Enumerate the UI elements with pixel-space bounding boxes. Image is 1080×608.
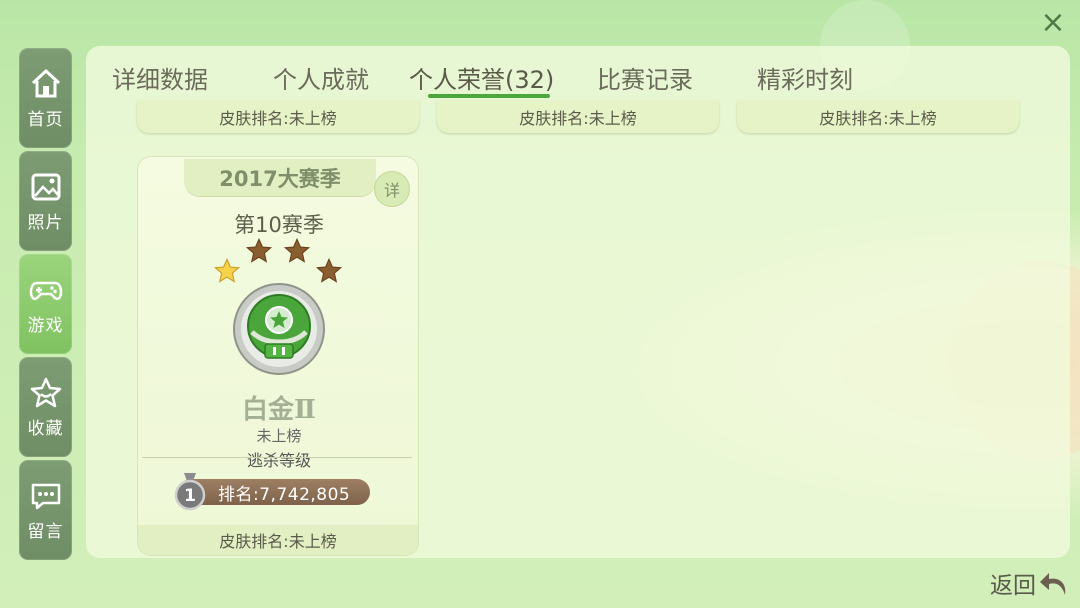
season-banner: 2017大赛季 [184,159,376,197]
back-button[interactable]: 返回 [990,566,1070,600]
sidebar: 首页 照片 游戏 收藏 留言 [19,48,72,563]
rank-medal-number: 1 [184,486,196,506]
sidebar-item-home[interactable]: 首页 [19,48,72,148]
tab-match-records[interactable]: 比赛记录 [597,60,693,95]
platinum-rank-badge-icon [233,283,325,375]
back-arrow-icon [1040,573,1066,595]
back-label: 返回 [990,573,1036,599]
skin-rank-strip: 皮肤排名:未上榜 [437,101,719,133]
main-panel: 详细数据 个人成就 个人荣誉(32) 比赛记录 精彩时刻 皮肤排名:未上榜 皮肤… [86,46,1070,558]
rank-status: 未上榜 [256,427,302,445]
sidebar-item-label: 照片 [27,212,64,233]
home-icon [31,69,60,97]
rank-name: 白金Ⅱ [242,395,316,425]
sidebar-item-game[interactable]: 游戏 [19,254,72,354]
gamepad-icon [29,281,62,300]
divider [142,457,412,458]
sidebar-item-message[interactable]: 留言 [19,460,72,560]
detail-button[interactable]: 详 [374,171,410,207]
photo-icon [31,173,60,200]
rank-medal-icon: 1 [174,473,206,511]
tab-achievements[interactable]: 个人成就 [273,60,369,95]
tab-honors[interactable]: 个人荣誉(32) [409,60,554,95]
tab-highlights[interactable]: 精彩时刻 [757,60,853,95]
rank-type: 逃杀等级 [246,451,311,470]
sidebar-item-label: 留言 [27,521,64,542]
star-icon-bronze [315,257,343,283]
sidebar-item-photo[interactable]: 照片 [19,151,72,251]
sidebar-item-label: 收藏 [27,418,64,439]
tab-detailed-data[interactable]: 详细数据 [112,60,208,95]
sidebar-item-label: 首页 [27,109,64,130]
skin-rank-strip: 皮肤排名:未上榜 [737,101,1019,133]
card-footer: 皮肤排名:未上榜 [138,525,418,555]
sidebar-item-label: 游戏 [27,315,64,336]
star-icon-filled [213,257,241,283]
honor-card[interactable]: 2017大赛季 详 第10赛季 白金Ⅱ 未上榜 逃杀等级 排名:7,742,80… [137,156,419,556]
star-icon-bronze [245,237,273,263]
skin-rank-strip: 皮肤排名:未上榜 [137,101,419,133]
close-button[interactable]: × [1038,8,1068,38]
star-icon [30,377,61,407]
active-tab-indicator [428,94,550,98]
message-icon [31,483,60,509]
star-icon-bronze [283,237,311,263]
tab-bar: 详细数据 个人成就 个人荣誉(32) 比赛记录 精彩时刻 [86,46,1070,98]
sidebar-item-favorite[interactable]: 收藏 [19,357,72,457]
